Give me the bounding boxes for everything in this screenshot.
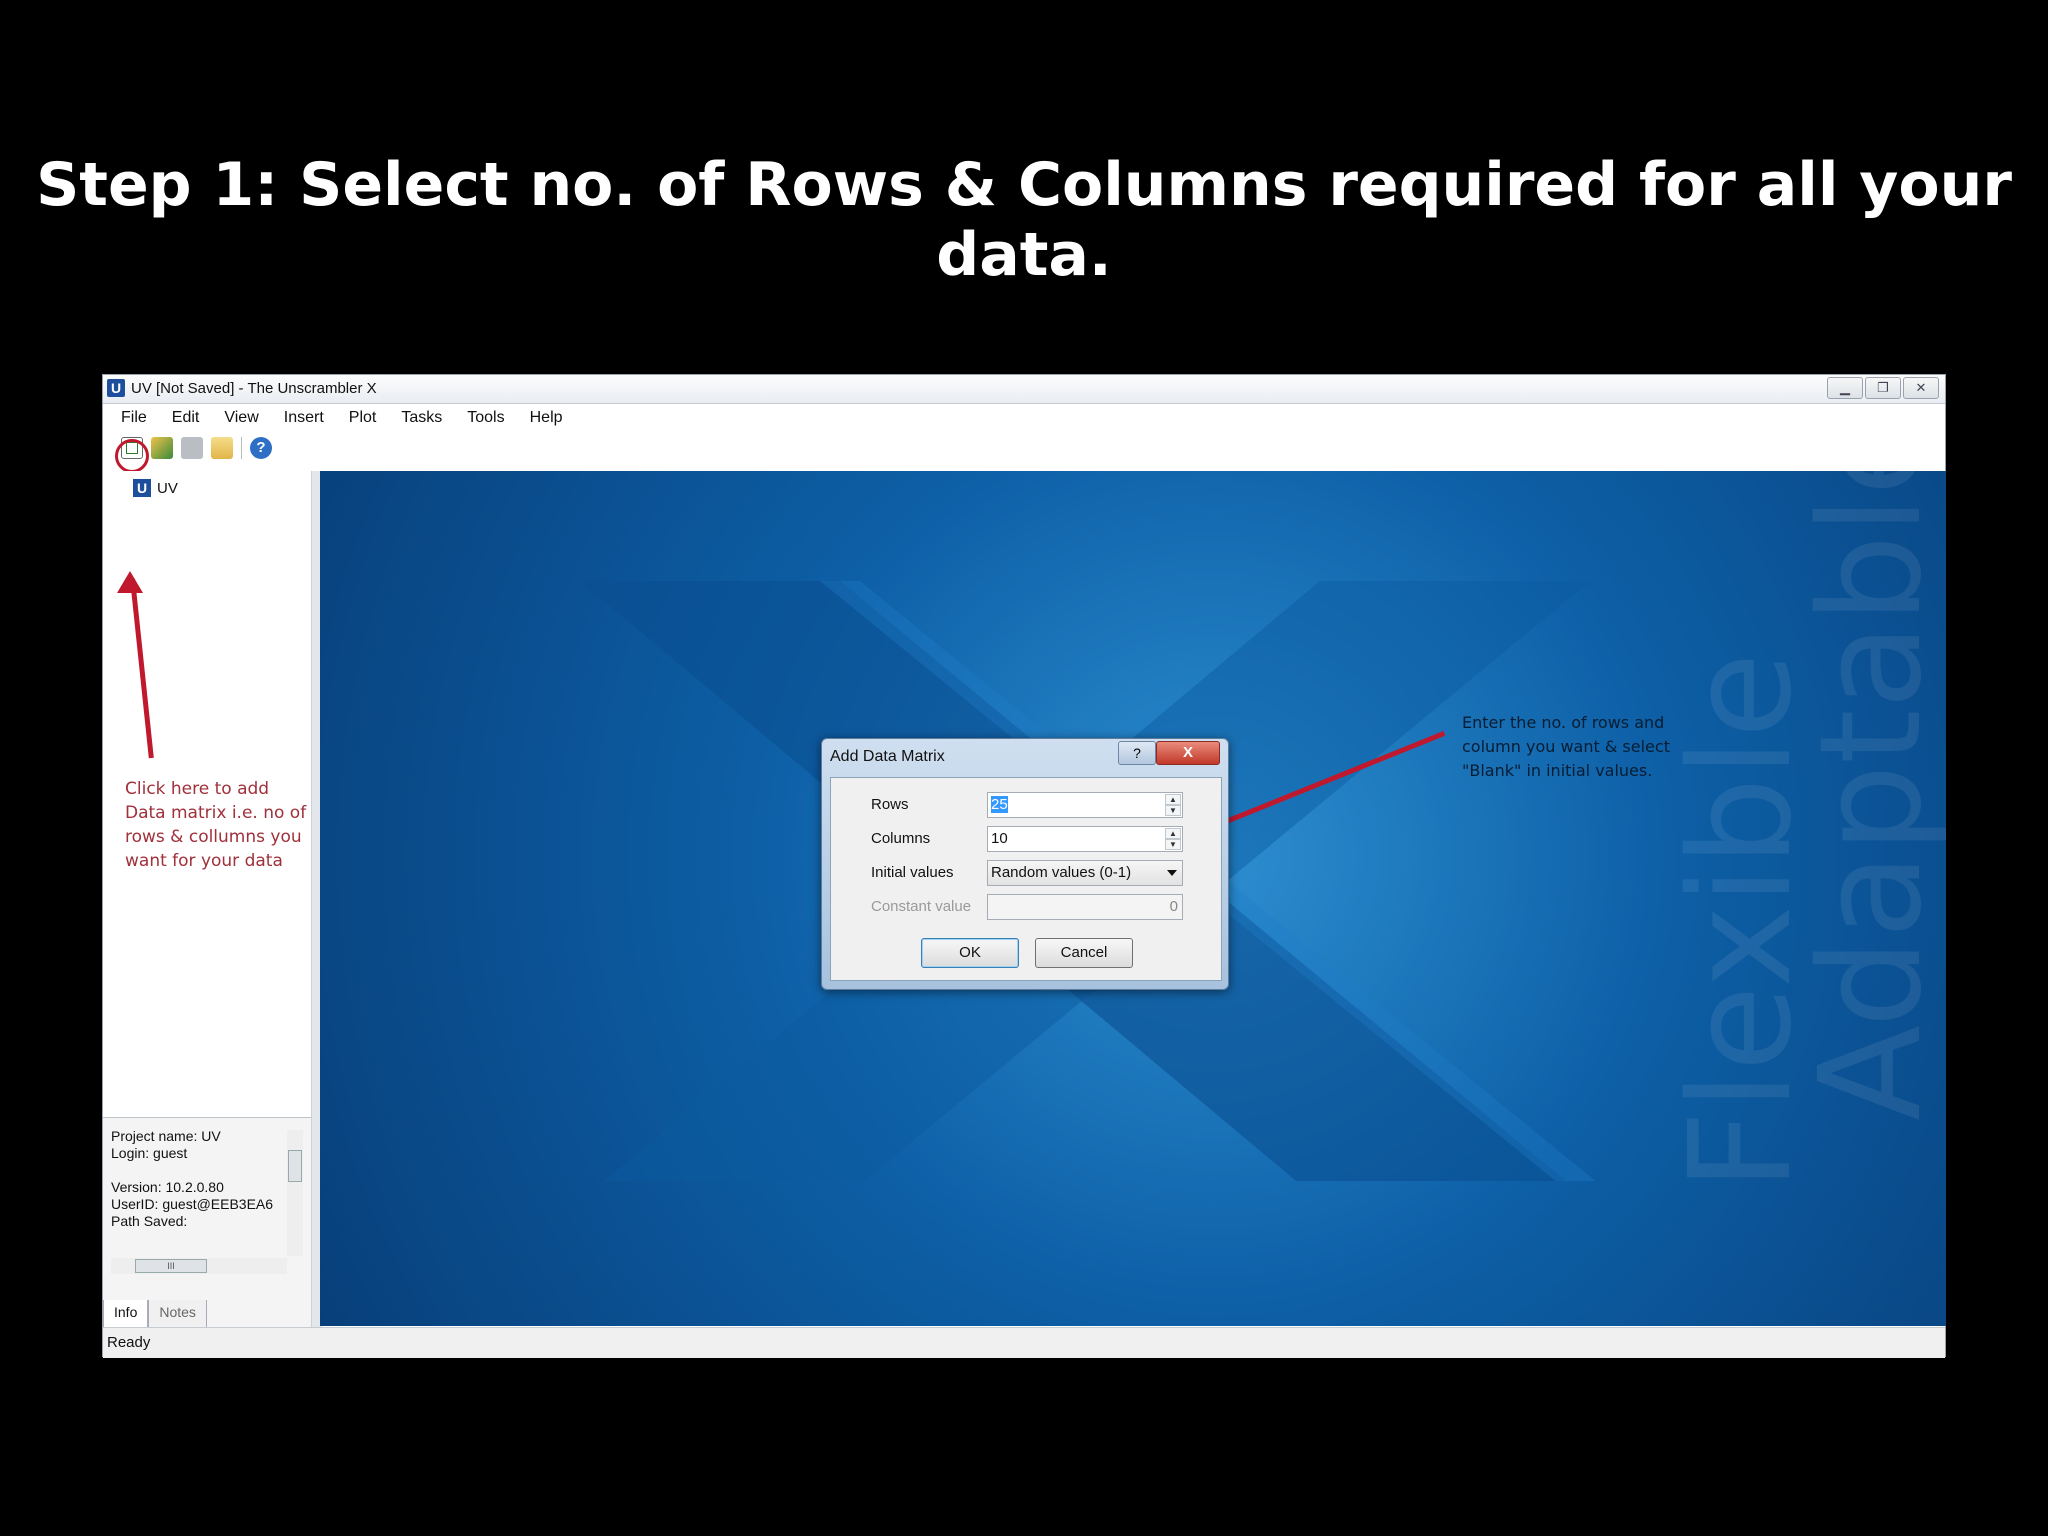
rows-label: Rows (871, 796, 909, 813)
info-tabs: Info Notes (103, 1300, 311, 1328)
menu-edit[interactable]: Edit (172, 409, 200, 427)
cancel-button[interactable]: Cancel (1035, 938, 1133, 968)
columns-row: Columns 10 ▲ ▼ (871, 826, 1211, 852)
tab-info[interactable]: Info (103, 1300, 149, 1328)
constant-value-label: Constant value (871, 898, 972, 915)
dialog-title: Add Data Matrix (830, 748, 945, 765)
window-title: UV [Not Saved] - The Unscrambler X (131, 380, 377, 397)
scroll-thumb[interactable]: III (135, 1259, 207, 1273)
initial-values-select[interactable]: Random values (0-1) (987, 860, 1183, 886)
import-icon[interactable] (151, 437, 173, 459)
watermark-adaptable: Adaptable (1790, 471, 1946, 1121)
constant-value-row: Constant value 0 (871, 894, 1211, 920)
add-data-matrix-dialog: Add Data Matrix ? X Rows 25 ▲ ▼ Columns 1… (821, 738, 1229, 990)
menu-file[interactable]: File (121, 409, 147, 427)
app-icon: U (107, 379, 125, 397)
toolbar-separator (241, 437, 242, 459)
restore-icon[interactable]: ❐ (1865, 377, 1901, 399)
initial-values-label: Initial values (871, 864, 954, 881)
menu-help[interactable]: Help (530, 409, 563, 427)
open-folder-icon[interactable] (211, 437, 233, 459)
info-text: Project name: UV Login: guest Version: 1… (111, 1128, 274, 1229)
scroll-thumb[interactable] (288, 1150, 302, 1182)
ok-button[interactable]: OK (921, 938, 1019, 968)
window-titlebar: U UV [Not Saved] - The Unscrambler X ▁ ❐… (103, 375, 1945, 404)
tree-node-uv[interactable]: U UV (133, 479, 178, 497)
status-text: Ready (107, 1334, 151, 1351)
columns-stepper[interactable]: 10 ▲ ▼ (987, 826, 1183, 852)
info-panel: Project name: UV Login: guest Version: 1… (103, 1117, 311, 1328)
project-icon: U (133, 479, 151, 497)
constant-value-field: 0 (987, 894, 1183, 920)
minimize-icon[interactable]: ▁ (1827, 377, 1863, 399)
dialog-help-button[interactable]: ? (1118, 741, 1156, 765)
rows-row: Rows 25 ▲ ▼ (871, 792, 1211, 818)
annotation-arrow (130, 578, 154, 759)
project-tree-panel: U UV Click here to add Data matrix i.e. … (103, 471, 312, 1109)
toolbar: ? (103, 433, 1945, 463)
tree-node-label: UV (157, 479, 178, 497)
initial-values-row: Initial values Random values (0-1) (871, 860, 1211, 886)
annotation-right: Enter the no. of rows and column you wan… (1462, 713, 1670, 780)
menu-tasks[interactable]: Tasks (401, 409, 442, 427)
info-horizontal-scrollbar[interactable]: III (111, 1258, 287, 1274)
rows-spin-buttons[interactable]: ▲ ▼ (1165, 794, 1181, 816)
status-bar: Ready (103, 1327, 1945, 1358)
window-controls: ▁ ❐ ✕ (1827, 377, 1939, 399)
dialog-body: Rows 25 ▲ ▼ Columns 10 ▲ ▼ Initial values … (830, 777, 1222, 981)
menu-view[interactable]: View (224, 409, 258, 427)
rows-value: 25 (991, 796, 1008, 813)
columns-spin-buttons[interactable]: ▲ ▼ (1165, 828, 1181, 850)
close-icon[interactable]: ✕ (1903, 377, 1939, 399)
save-icon[interactable] (181, 437, 203, 459)
tab-notes[interactable]: Notes (148, 1300, 207, 1328)
menubar: File Edit View Insert Plot Tasks Tools H… (103, 404, 1945, 432)
menu-tools[interactable]: Tools (467, 409, 504, 427)
annotation-left: Click here to add Data matrix i.e. no of… (125, 779, 307, 871)
chevron-down-icon (1167, 870, 1177, 876)
slide-title: Step 1: Select no. of Rows & Columns req… (36, 150, 2012, 290)
initial-values-selected: Random values (0-1) (991, 864, 1132, 881)
dialog-close-button[interactable]: X (1156, 741, 1220, 765)
menu-plot[interactable]: Plot (349, 409, 377, 427)
columns-label: Columns (871, 830, 931, 847)
columns-value: 10 (991, 830, 1008, 847)
rows-stepper[interactable]: 25 ▲ ▼ (987, 792, 1183, 818)
menu-insert[interactable]: Insert (284, 409, 324, 427)
highlight-circle (115, 439, 149, 473)
help-icon[interactable]: ? (250, 437, 272, 459)
info-vertical-scrollbar[interactable] (287, 1130, 303, 1256)
